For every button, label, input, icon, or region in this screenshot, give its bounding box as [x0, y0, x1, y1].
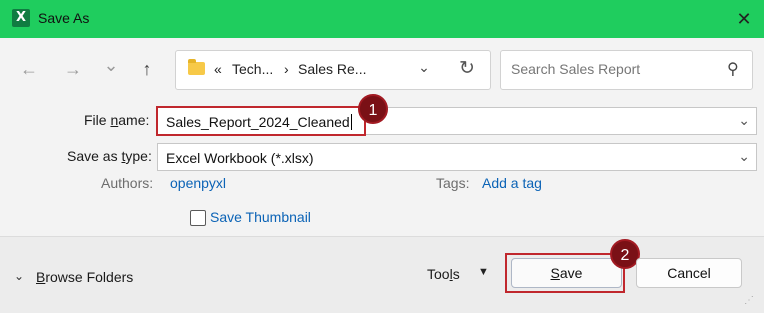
- save-as-type-value[interactable]: Excel Workbook (*.xlsx): [166, 150, 314, 166]
- address-dropdown-chevron-icon[interactable]: ⌄: [414, 59, 434, 76]
- add-tag-link[interactable]: Add a tag: [482, 175, 542, 191]
- save-as-type-label: Save as type:: [67, 148, 152, 164]
- dialog-footer: ⌄ Browse Folders Tools ▼ Save 2 Cancel ⋰: [0, 236, 764, 313]
- breadcrumb-overflow[interactable]: «: [214, 61, 222, 77]
- close-icon[interactable]: ✕: [730, 6, 758, 32]
- refresh-icon[interactable]: ↻: [456, 57, 478, 80]
- step-badge-1: 1: [358, 94, 388, 124]
- save-form: File name: Sales_Report_2024_Cleaned ⌄ 1…: [0, 94, 764, 236]
- cancel-button[interactable]: Cancel: [636, 258, 742, 288]
- folder-icon: [188, 59, 205, 75]
- breadcrumb-separator: ›: [284, 61, 289, 77]
- breadcrumb-item-sales-report[interactable]: Sales Re...: [298, 61, 366, 77]
- search-input[interactable]: [509, 60, 723, 78]
- tags-label: Tags:: [436, 175, 470, 191]
- search-box[interactable]: ⚲: [500, 50, 753, 90]
- authors-value[interactable]: openpyxl: [170, 175, 226, 191]
- file-name-chevron-icon[interactable]: ⌄: [738, 112, 750, 129]
- save-thumbnail-label[interactable]: Save Thumbnail: [210, 209, 311, 225]
- file-name-label: File name:: [84, 112, 150, 128]
- save-as-type-select[interactable]: Excel Workbook (*.xlsx) ⌄: [157, 143, 757, 171]
- resize-grip-icon[interactable]: ⋰: [744, 295, 760, 311]
- recent-locations-chevron-icon[interactable]: ⌄: [96, 50, 126, 80]
- excel-icon-letter: X: [16, 10, 27, 25]
- save-as-dialog: X Save As ✕ ← → ⌄ ↑ « Tech... › Sales Re…: [0, 0, 764, 313]
- save-as-type-chevron-icon[interactable]: ⌄: [738, 148, 750, 165]
- navigation-bar: ← → ⌄ ↑ « Tech... › Sales Re... ⌄ ↻ ⚲: [0, 38, 764, 102]
- authors-label: Authors:: [101, 175, 154, 191]
- tools-menu[interactable]: Tools: [427, 266, 460, 282]
- browse-folders-toggle[interactable]: Browse Folders: [36, 269, 133, 285]
- forward-arrow-icon[interactable]: →: [58, 54, 88, 84]
- search-icon[interactable]: ⚲: [727, 59, 739, 79]
- up-arrow-icon[interactable]: ↑: [132, 54, 162, 84]
- tools-dropdown-icon[interactable]: ▼: [478, 266, 489, 278]
- file-name-highlight: [156, 106, 366, 136]
- title-bar: X Save As ✕: [0, 0, 764, 38]
- save-thumbnail-checkbox[interactable]: [190, 210, 206, 226]
- save-button-highlight: [505, 253, 625, 293]
- excel-icon: X: [12, 9, 30, 27]
- address-bar[interactable]: « Tech... › Sales Re... ⌄ ↻: [175, 50, 491, 90]
- breadcrumb-item-tech[interactable]: Tech...: [232, 61, 273, 77]
- chevron-down-icon[interactable]: ⌄: [14, 269, 24, 283]
- dialog-body: ← → ⌄ ↑ « Tech... › Sales Re... ⌄ ↻ ⚲ Fi…: [0, 38, 764, 313]
- back-arrow-icon[interactable]: ←: [14, 54, 44, 84]
- window-title: Save As: [38, 10, 90, 26]
